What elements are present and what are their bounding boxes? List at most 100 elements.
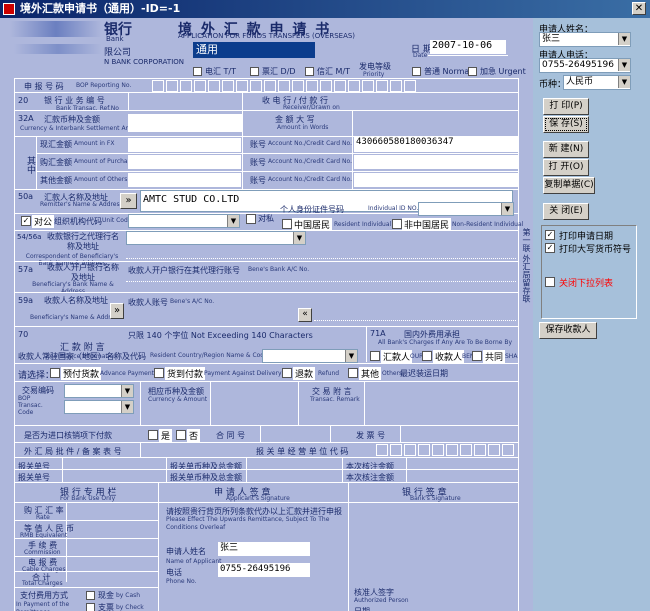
currency-amount-field[interactable] [128, 114, 242, 132]
telex-box[interactable] [193, 67, 202, 76]
adv-checkbox[interactable] [50, 368, 60, 378]
digit-box[interactable] [320, 80, 332, 92]
id-number-select[interactable]: ▼ [418, 202, 514, 216]
digit-box[interactable] [264, 80, 276, 92]
digit-box[interactable] [376, 80, 388, 92]
urgent-box[interactable] [468, 67, 477, 76]
print-button[interactable]: 打 印(P) [543, 98, 589, 115]
currency-select[interactable]: 人民币 ▼ [563, 75, 631, 90]
nonresident-checkbox[interactable] [392, 219, 402, 229]
open-button[interactable]: 打 开(O) [543, 159, 589, 176]
digit-box[interactable] [488, 444, 500, 456]
save-button[interactable]: 保 存(S) [543, 116, 589, 133]
against-checkbox[interactable] [154, 368, 164, 378]
sha-checkbox[interactable] [472, 351, 482, 361]
our-checkbox[interactable] [370, 351, 380, 361]
digit-box[interactable] [362, 80, 374, 92]
row-line-14 [14, 425, 519, 426]
digit-box[interactable] [390, 444, 402, 456]
row-line-15 [14, 442, 519, 443]
row-line-11 [14, 326, 519, 327]
against-label-en: Payment Against Delivery [204, 370, 282, 377]
fx-account-field[interactable]: 430660580180036347 [354, 136, 518, 152]
other-checkbox[interactable] [348, 368, 358, 378]
purchase-account-field[interactable] [354, 155, 518, 169]
digit-box[interactable] [250, 80, 262, 92]
others-amount-field[interactable] [128, 173, 241, 187]
close-button[interactable]: 关 闭(E) [543, 203, 589, 220]
fx-amount-field[interactable] [128, 138, 241, 152]
digit-box[interactable] [418, 444, 430, 456]
copy-button[interactable]: 复制单据(C) [543, 177, 595, 194]
trans-code-select-2[interactable]: ▼ [64, 400, 134, 414]
unit-code-select[interactable]: ▼ [128, 214, 240, 228]
print-date-checkbox[interactable] [545, 230, 555, 240]
corr-bank-select[interactable]: ▼ [126, 231, 306, 245]
row-line-9 [14, 261, 519, 262]
digit-box[interactable] [278, 80, 290, 92]
to-private-checkbox[interactable] [246, 214, 256, 224]
digit-box[interactable] [236, 80, 248, 92]
purchase-amount-field[interactable] [128, 155, 241, 169]
bene-clear-button[interactable]: « [298, 308, 312, 322]
digit-box[interactable] [348, 80, 360, 92]
mail-box[interactable] [305, 67, 314, 76]
digit-box[interactable] [404, 444, 416, 456]
close-dropdown-checkbox[interactable] [545, 277, 555, 287]
phone-select[interactable]: 0755-26495196 ▼ [539, 58, 631, 73]
id-label: 个人身份证件号码 [280, 205, 344, 214]
corr-label: 收款银行之代理行名称及地址 [47, 232, 119, 251]
row-56a: 54/56a [17, 233, 42, 241]
form-type[interactable]: 通用 [193, 42, 315, 58]
new-button[interactable]: 新 建(N) [543, 141, 589, 158]
digit-box[interactable] [432, 444, 444, 456]
trans-code-select-1[interactable]: ▼ [64, 384, 134, 398]
digit-box[interactable] [474, 444, 486, 456]
account-label-en-3: Account No./Credit Card No. [268, 176, 352, 183]
digit-box[interactable] [376, 444, 388, 456]
digit-box[interactable] [460, 444, 472, 456]
to-corp-checkbox[interactable] [21, 216, 31, 226]
cur-amount-field[interactable] [212, 384, 296, 398]
phone-field[interactable]: 0755-26495196 [218, 563, 310, 577]
digit-box[interactable] [306, 80, 318, 92]
country-select[interactable]: ▼ [262, 349, 358, 363]
ben-checkbox[interactable] [422, 351, 432, 361]
check-box[interactable] [86, 603, 95, 611]
resident-checkbox[interactable] [282, 219, 292, 229]
others-account-field[interactable] [354, 173, 518, 187]
trans-remark-field[interactable] [366, 384, 516, 398]
digit-box[interactable] [222, 80, 234, 92]
draft-box[interactable] [250, 67, 259, 76]
bene-bank-field[interactable] [126, 274, 306, 286]
bene-acc-field[interactable] [126, 308, 296, 320]
no-checkbox[interactable] [176, 430, 186, 440]
cash-box[interactable] [86, 591, 95, 600]
digit-box[interactable] [208, 80, 220, 92]
form-title-en: APPLICATION FOR FUNDS TRANSFERS (OVERSEA… [178, 32, 356, 40]
digit-box[interactable] [152, 80, 164, 92]
digit-box[interactable] [502, 444, 514, 456]
digit-box[interactable] [292, 80, 304, 92]
digit-box[interactable] [446, 444, 458, 456]
date-field[interactable]: 2007-10-06 [430, 40, 506, 54]
digit-box[interactable] [180, 80, 192, 92]
name-select[interactable]: 张三 ▼ [539, 32, 631, 47]
app-name-field[interactable]: 张三 [218, 542, 310, 556]
row-line-10 [14, 292, 519, 293]
print-symbol-checkbox[interactable] [545, 243, 555, 253]
yes-checkbox[interactable] [148, 430, 158, 440]
digit-box[interactable] [334, 80, 346, 92]
refund-checkbox[interactable] [282, 368, 292, 378]
digit-box[interactable] [404, 80, 416, 92]
purchase-label-en: Amount of Purchase [74, 158, 135, 165]
digit-box[interactable] [194, 80, 206, 92]
normal-box[interactable] [412, 67, 421, 76]
digit-box[interactable] [390, 80, 402, 92]
bene-picker-button[interactable]: » [110, 303, 124, 319]
save-payee-button[interactable]: 保存收款人 [539, 322, 597, 339]
remitter-picker-button[interactable]: » [120, 193, 137, 209]
digit-box[interactable] [166, 80, 178, 92]
close-icon[interactable]: ✕ [632, 2, 646, 15]
last-trans-field[interactable] [456, 366, 516, 380]
